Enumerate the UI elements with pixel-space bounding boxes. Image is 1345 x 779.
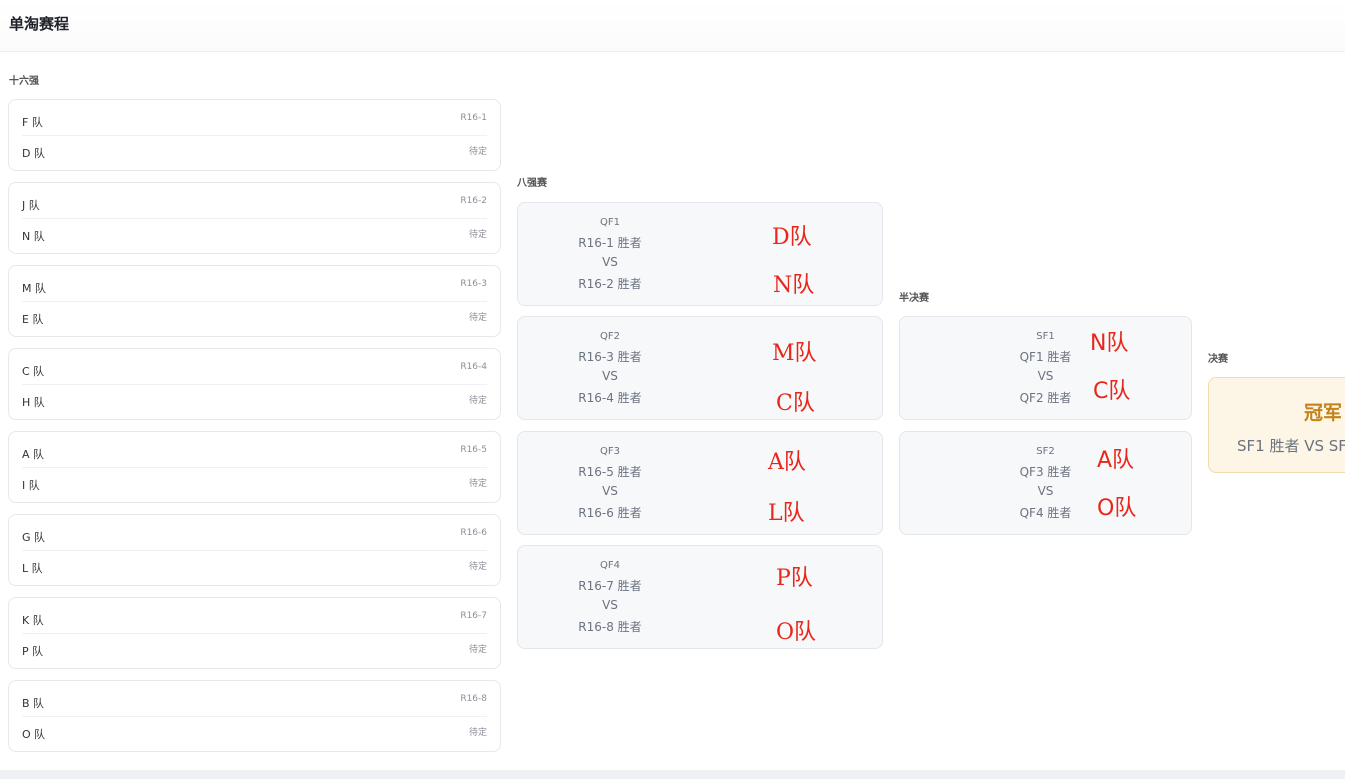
match-id: R16-1 bbox=[460, 113, 487, 123]
match-status: 待定 bbox=[468, 313, 487, 323]
divider bbox=[22, 218, 487, 219]
annotation-team-1: A队 bbox=[768, 450, 806, 475]
team-1: C 队 bbox=[22, 365, 45, 378]
match-status: 待定 bbox=[468, 147, 487, 157]
winner-slot-2: R16-2 胜者 bbox=[578, 277, 642, 291]
team-1: M 队 bbox=[22, 282, 46, 295]
vs-label: VS bbox=[602, 255, 618, 269]
annotation-team-1: D队 bbox=[772, 225, 812, 250]
champion-label: 冠军 bbox=[1304, 402, 1343, 424]
final-match-card[interactable]: 冠军 SF1 胜者 VS SF2 胜者 bbox=[1208, 377, 1345, 473]
winner-slot-2: R16-6 胜者 bbox=[578, 506, 642, 520]
annotation-team-2: O队 bbox=[1097, 496, 1137, 521]
annotation-team-1: M队 bbox=[772, 341, 817, 366]
match-id: QF1 bbox=[600, 217, 620, 228]
vs-label: VS bbox=[1037, 369, 1054, 383]
annotation-team-1: A队 bbox=[1097, 448, 1135, 473]
winner-slot-1: R16-5 胜者 bbox=[578, 465, 642, 479]
team-2: H 队 bbox=[22, 396, 45, 409]
match-id: SF2 bbox=[1036, 446, 1055, 457]
r16-match-card[interactable]: B 队 R16-8 O 队 待定 bbox=[8, 680, 501, 752]
round-label-final: 决赛 bbox=[1208, 354, 1228, 365]
r16-match-card[interactable]: F 队 R16-1 D 队 待定 bbox=[8, 99, 501, 171]
round-label-r16: 十六强 bbox=[9, 76, 39, 87]
page-title: 单淘赛程 bbox=[9, 15, 70, 33]
vs-label: VS bbox=[602, 598, 618, 612]
team-1: F 队 bbox=[22, 116, 43, 129]
vs-label: VS bbox=[602, 369, 618, 383]
team-1: B 队 bbox=[22, 697, 45, 710]
qf-match-card[interactable]: QF4 R16-7 胜者 VS R16-8 胜者 P队 O队 bbox=[517, 545, 883, 649]
page-header: 单淘赛程 bbox=[0, 0, 1345, 52]
team-1: J 队 bbox=[22, 199, 40, 212]
round-label-qf: 八强赛 bbox=[517, 178, 547, 189]
match-id: R16-6 bbox=[460, 528, 487, 538]
divider bbox=[22, 135, 487, 136]
annotation-team-2: C队 bbox=[1093, 379, 1131, 404]
winner-slot-2: R16-8 胜者 bbox=[578, 620, 642, 634]
bottom-scrollbar-track[interactable] bbox=[0, 770, 1345, 779]
winner-slot-2: QF4 胜者 bbox=[1019, 506, 1072, 520]
qf-match-card[interactable]: QF2 R16-3 胜者 VS R16-4 胜者 M队 C队 bbox=[517, 316, 883, 420]
annotation-team-2: O队 bbox=[776, 620, 817, 645]
team-1: A 队 bbox=[22, 448, 45, 461]
team-2: D 队 bbox=[22, 147, 45, 160]
match-id: SF1 bbox=[1036, 331, 1055, 342]
divider bbox=[22, 716, 487, 717]
team-1: G 队 bbox=[22, 531, 46, 544]
team-2: N 队 bbox=[22, 230, 45, 243]
winner-slot-2: QF2 胜者 bbox=[1019, 391, 1072, 405]
final-matchup: SF1 胜者 VS SF2 胜者 bbox=[1237, 437, 1345, 455]
match-id: QF2 bbox=[600, 331, 620, 342]
match-id: R16-8 bbox=[460, 694, 487, 704]
sf-match-card[interactable]: SF2 QF3 胜者 VS QF4 胜者 A队 O队 bbox=[899, 431, 1192, 535]
annotation-team-2: C队 bbox=[776, 391, 815, 416]
divider bbox=[22, 550, 487, 551]
winner-slot-1: R16-1 胜者 bbox=[578, 236, 642, 250]
winner-slot-1: QF3 胜者 bbox=[1019, 465, 1072, 479]
qf-match-card[interactable]: QF1 R16-1 胜者 VS R16-2 胜者 D队 N队 bbox=[517, 202, 883, 306]
vs-label: VS bbox=[602, 484, 618, 498]
team-1: K 队 bbox=[22, 614, 44, 627]
match-id: QF4 bbox=[600, 560, 620, 571]
team-2: P 队 bbox=[22, 645, 44, 658]
team-2: I 队 bbox=[22, 479, 40, 492]
winner-slot-1: R16-3 胜者 bbox=[578, 350, 642, 364]
divider bbox=[22, 633, 487, 634]
match-status: 待定 bbox=[468, 645, 487, 655]
qf-match-card[interactable]: QF3 R16-5 胜者 VS R16-6 胜者 A队 L队 bbox=[517, 431, 883, 535]
round-label-sf: 半决赛 bbox=[899, 293, 929, 304]
sf-match-card[interactable]: SF1 QF1 胜者 VS QF2 胜者 N队 C队 bbox=[899, 316, 1192, 420]
vs-label: VS bbox=[1037, 484, 1054, 498]
match-id: QF3 bbox=[600, 446, 620, 457]
winner-slot-1: QF1 胜者 bbox=[1019, 350, 1072, 364]
team-2: L 队 bbox=[22, 562, 43, 575]
match-status: 待定 bbox=[468, 728, 487, 738]
r16-match-card[interactable]: G 队 R16-6 L 队 待定 bbox=[8, 514, 501, 586]
team-2: E 队 bbox=[22, 313, 44, 326]
bracket-page: 单淘赛程 十六强 八强赛 半决赛 决赛 F 队 R16-1 D 队 待定 J 队… bbox=[0, 0, 1345, 779]
winner-slot-2: R16-4 胜者 bbox=[578, 391, 642, 405]
annotation-team-1: P队 bbox=[776, 566, 813, 591]
team-2: O 队 bbox=[22, 728, 46, 741]
annotation-team-1: N队 bbox=[1090, 331, 1129, 356]
annotation-team-2: N队 bbox=[773, 273, 815, 298]
divider bbox=[22, 301, 487, 302]
divider bbox=[22, 467, 487, 468]
match-id: R16-2 bbox=[460, 196, 487, 206]
winner-slot-1: R16-7 胜者 bbox=[578, 579, 642, 593]
divider bbox=[22, 384, 487, 385]
annotation-team-2: L队 bbox=[768, 501, 805, 526]
